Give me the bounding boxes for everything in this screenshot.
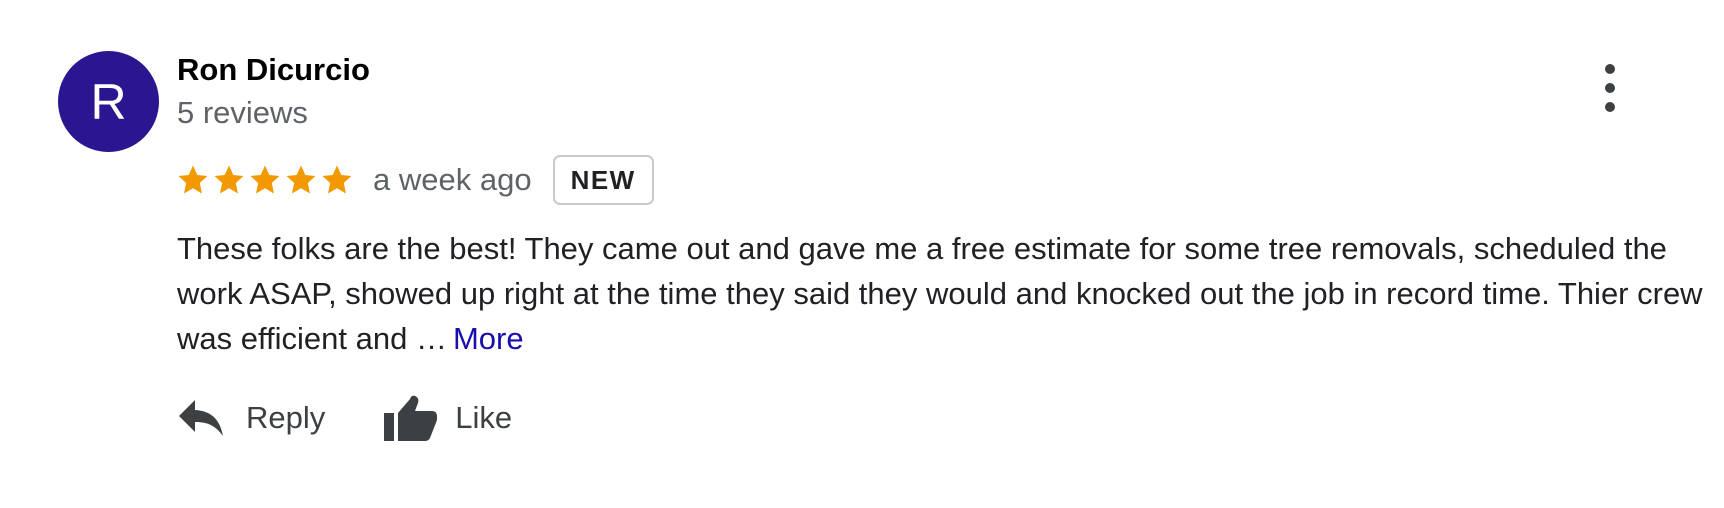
review-meta: a week ago NEW: [177, 152, 654, 208]
review-body: These folks are the best! They came out …: [177, 231, 1703, 356]
star-icon: [322, 165, 352, 194]
reply-icon: [179, 400, 223, 436]
review-text: These folks are the best! They came out …: [177, 226, 1717, 361]
reply-label: Reply: [246, 400, 326, 435]
more-vert-icon-dot: [1605, 102, 1615, 112]
star-icon: [214, 165, 244, 194]
like-label: Like: [455, 400, 513, 435]
avatar[interactable]: R: [58, 51, 159, 152]
avatar-initial: R: [90, 73, 127, 130]
star-icon: [178, 165, 208, 194]
review-time: a week ago: [373, 162, 532, 197]
star-icon: [286, 165, 316, 194]
new-badge: NEW: [552, 155, 654, 205]
star-rating: [177, 164, 353, 196]
reply-button[interactable]: Reply: [177, 398, 325, 438]
review-card: R Ron Dicurcio 5 reviews a week ago NEW …: [0, 0, 1724, 508]
review-actions: Reply Like: [177, 388, 512, 448]
more-vert-icon: [1605, 64, 1615, 74]
more-vert-icon-dot: [1605, 83, 1615, 93]
more-link[interactable]: More: [453, 321, 524, 356]
author-review-count[interactable]: 5 reviews: [177, 93, 308, 133]
like-button[interactable]: Like: [382, 393, 512, 443]
author-name[interactable]: Ron Dicurcio: [177, 50, 370, 90]
star-icon: [250, 165, 280, 194]
thumbs-up-icon: [384, 395, 438, 441]
more-options-button[interactable]: [1590, 64, 1630, 112]
